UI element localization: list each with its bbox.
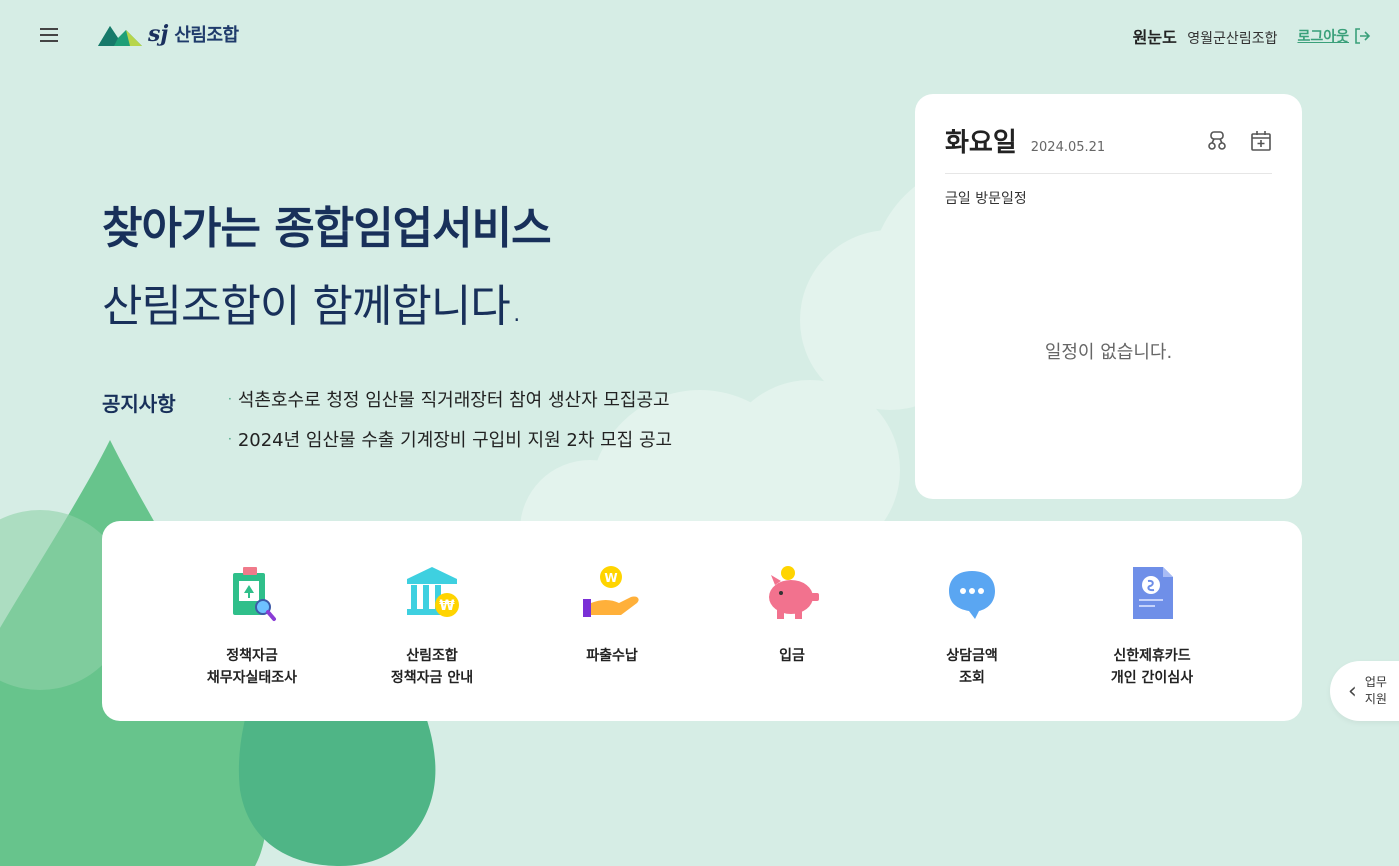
quick-item-consult-amount[interactable]: 상담금액조회 <box>882 521 1062 721</box>
notice-item-text: 석촌호수로 청정 임산물 직거래장터 참여 생산자 모집공고 <box>237 390 670 411</box>
schedule-card: 화요일 2024.05.21 금일 방문일정 일정이 없습니다. <box>915 94 1302 499</box>
quick-item-policy-fund-survey[interactable]: 정책자금채무자실태조사 <box>162 521 342 721</box>
work-support-tab[interactable]: ‹ 업무지원 <box>1330 661 1399 721</box>
logo-mountain-icon <box>98 26 142 46</box>
schedule-day: 화요일 <box>945 128 1017 158</box>
quick-label-line2: 조회 <box>959 670 985 686</box>
hand-coin-icon: W <box>583 566 639 617</box>
quick-label-line1: 파출수납 <box>586 648 638 664</box>
quick-item-label: 신한제휴카드개인 간이심사 <box>1111 645 1193 689</box>
notice-item[interactable]: · 석촌호수로 청정 임산물 직거래장터 참여 생산자 모집공고 <box>228 386 672 412</box>
side-tab-label: 업무지원 <box>1365 674 1387 708</box>
logo[interactable]: sj 산림조합 <box>96 20 239 48</box>
hero: 찾아가는 종합임업서비스 산림조합이 함께합니다. <box>102 192 552 334</box>
schedule-actions <box>1206 130 1272 152</box>
quick-label-line2: 개인 간이심사 <box>1110 670 1194 686</box>
quick-label-line2: 정책자금 안내 <box>390 670 474 686</box>
quick-item-label: 산림조합정책자금 안내 <box>391 645 473 689</box>
bullet-icon: · <box>228 432 232 446</box>
user-org: 영월군산림조합 <box>1187 31 1278 47</box>
user-area: 원눈도 영월군산림조합 로그아웃 <box>1133 24 1371 48</box>
document-search-icon <box>233 567 276 621</box>
logout-label: 로그아웃 <box>1297 29 1349 45</box>
header: sj 산림조합 원눈도 영월군산림조합 로그아웃 <box>0 0 1399 72</box>
quick-item-label: 입금 <box>779 645 805 667</box>
notice-section: 공지사항 · 석촌호수로 청정 임산물 직거래장터 참여 생산자 모집공고 · 20… <box>102 386 672 466</box>
quick-label-line1: 상담금액 <box>946 648 998 664</box>
card-document-icon <box>1133 567 1173 619</box>
logout-link[interactable]: 로그아웃 <box>1297 26 1371 46</box>
logout-icon <box>1355 28 1371 44</box>
notice-item-text: 2024년 임산물 수출 기계장비 구입비 지원 2차 모집 공고 <box>237 430 673 451</box>
quick-item-policy-fund-guide[interactable]: ₩ 산림조합정책자금 안내 <box>342 521 522 721</box>
quick-item-card-review[interactable]: 신한제휴카드개인 간이심사 <box>1062 521 1242 721</box>
schedule-date: 2024.05.21 <box>1030 140 1106 155</box>
side-tab-line2: 지원 <box>1364 692 1387 706</box>
quick-label-line2: 채무자실태조사 <box>206 670 298 686</box>
bank-won-icon: ₩ <box>407 567 459 617</box>
bullet-icon: · <box>228 392 232 406</box>
route-icon[interactable] <box>1206 130 1228 152</box>
quick-item-field-collection[interactable]: W 파출수납 <box>522 521 702 721</box>
quick-label-line1: 신한제휴카드 <box>1113 648 1191 664</box>
piggy-bank-icon <box>769 566 819 619</box>
quick-label-line1: 정책자금 <box>226 648 278 664</box>
user-name: 원눈도 <box>1132 28 1177 47</box>
quick-label-line1: 산림조합 <box>406 648 458 664</box>
quick-item-deposit[interactable]: 입금 <box>702 521 882 721</box>
user-info: 원눈도 영월군산림조합 <box>1133 24 1278 48</box>
quick-item-label: 상담금액조회 <box>946 645 998 689</box>
hamburger-menu-icon[interactable] <box>40 25 62 45</box>
side-tab-line1: 업무 <box>1364 675 1387 689</box>
hero-subtitle: 산림조합이 함께합니다. <box>102 281 524 332</box>
notice-list: · 석촌호수로 청정 임산물 직거래장터 참여 생산자 모집공고 · 2024년 임… <box>228 386 672 466</box>
quick-label-line1: 입금 <box>779 648 805 664</box>
logo-text: 산림조합 <box>174 25 239 46</box>
chevron-left-icon: ‹ <box>1348 678 1357 704</box>
hero-title: 찾아가는 종합임업서비스 <box>102 203 552 254</box>
svg-text:W: W <box>604 571 617 585</box>
notice-label: 공지사항 <box>102 392 176 416</box>
schedule-header: 화요일 2024.05.21 <box>945 122 1272 174</box>
schedule-subtitle: 금일 방문일정 <box>945 191 1027 207</box>
notice-item[interactable]: · 2024년 임산물 수출 기계장비 구입비 지원 2차 모집 공고 <box>228 426 672 452</box>
quick-item-label: 정책자금채무자실태조사 <box>207 645 297 689</box>
quick-menu: 정책자금 채무자실태조사 ₩ 산림조합 정책자금 안내 W 파출수납 입금 상담… <box>102 521 1302 721</box>
schedule-empty-message: 일정이 없습니다. <box>1044 342 1173 363</box>
svg-text:₩: ₩ <box>439 598 455 614</box>
quick-item-label: 파출수납 <box>586 645 638 667</box>
chat-bubble-icon <box>949 571 995 619</box>
logo-sj: sj <box>148 21 169 47</box>
calendar-add-icon[interactable] <box>1250 130 1272 152</box>
